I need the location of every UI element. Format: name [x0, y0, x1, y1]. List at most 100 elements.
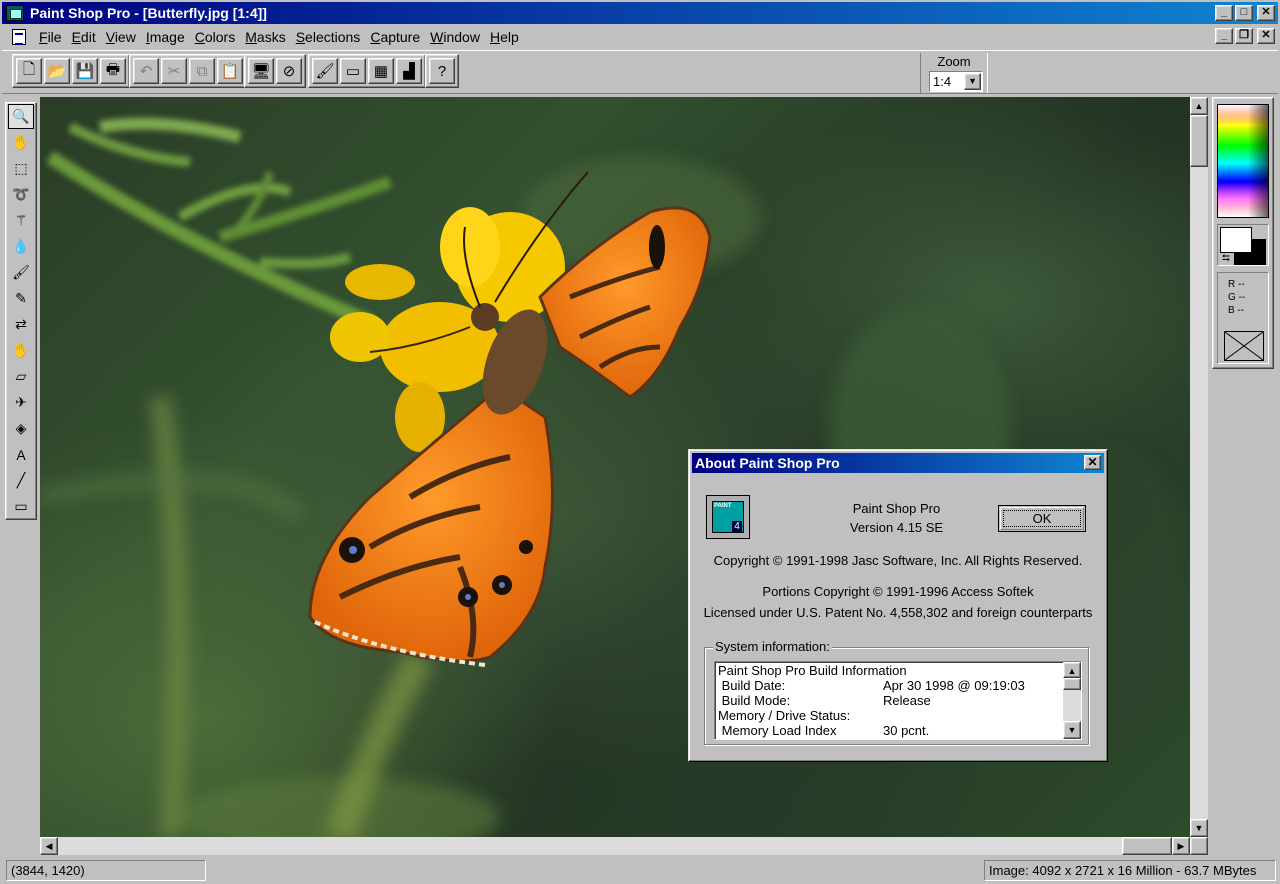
shapes-tool-icon[interactable]: ▭ [8, 494, 34, 519]
doc-minimize-button[interactable]: _ [1215, 28, 1233, 44]
sysinfo-row-label: Memory Load Index [718, 723, 837, 738]
menu-file[interactable]: File [34, 29, 67, 45]
portions-copyright-text: Portions Copyright © 1991-1996 Access So… [762, 584, 1034, 599]
menu-image[interactable]: Image [141, 29, 190, 45]
file-toolbar-group: 🗋 📂 💾 🖶 [12, 54, 130, 88]
clone-brush-tool-icon[interactable]: ✎ [8, 286, 34, 311]
dropper-tool-icon[interactable]: 💧 [8, 234, 34, 259]
cursor-position: (3844, 1420) [6, 860, 206, 881]
close-button[interactable]: ✕ [1257, 5, 1275, 21]
sysinfo-row: Build Mode: Release [718, 693, 931, 708]
menu-selections[interactable]: Selections [291, 29, 366, 45]
text-tool-icon[interactable]: A [8, 442, 34, 467]
horizontal-scroll-thumb[interactable] [1122, 837, 1172, 855]
app-icon[interactable] [6, 5, 24, 21]
normal-viewing-icon[interactable]: ⊘ [276, 58, 302, 84]
ok-label: OK [1003, 510, 1081, 527]
new-icon[interactable]: 🗋 [16, 58, 42, 84]
histogram-icon[interactable]: ▟ [396, 58, 422, 84]
selection-tool-icon[interactable]: ⬚ [8, 156, 34, 181]
scroll-right-icon[interactable]: ▶ [1172, 837, 1190, 855]
menu-view[interactable]: View [101, 29, 141, 45]
menu-items: File Edit View Image Colors Masks Selections Ca… [34, 29, 524, 45]
scroll-up-icon[interactable]: ▲ [1190, 97, 1208, 115]
paintbrush-tool-icon[interactable]: 🖌 [8, 260, 34, 285]
menu-window[interactable]: Window [425, 29, 485, 45]
color-spectrum[interactable] [1217, 104, 1269, 218]
rgb-readout: R -- G -- B -- [1217, 272, 1269, 364]
red-value: R -- [1228, 279, 1245, 290]
toggle-style-bar-icon[interactable]: ▭ [340, 58, 366, 84]
list-scroll-up-icon[interactable]: ▲ [1063, 662, 1081, 678]
freehand-tool-icon[interactable]: ➰ [8, 182, 34, 207]
color-palette: ⮀ R -- G -- B -- [1212, 97, 1274, 369]
blue-value: B -- [1228, 305, 1245, 316]
magic-wand-tool-icon[interactable]: ⚚ [8, 208, 34, 233]
swap-colors-icon[interactable]: ⮀ [1222, 253, 1230, 264]
system-information-label: System information: [713, 639, 832, 654]
full-screen-icon[interactable]: 🖥 [248, 58, 274, 84]
system-information-list[interactable]: Paint Shop Pro Build Information Build D… [714, 661, 1082, 740]
zoom-tool-icon[interactable]: 🔍 [8, 104, 34, 129]
patent-text: Licensed under U.S. Patent No. 4,558,302… [703, 605, 1093, 620]
sysinfo-row: Paint Shop Pro Build Information [718, 663, 907, 678]
eraser-tool-icon[interactable]: ▱ [8, 364, 34, 389]
save-icon[interactable]: 💾 [72, 58, 98, 84]
flood-fill-tool-icon[interactable]: ◈ [8, 416, 34, 441]
image-info: Image: 4092 x 2721 x 16 Million - 63.7 M… [984, 860, 1276, 881]
sysinfo-row-label: Memory / Drive Status: [718, 708, 851, 723]
menu-edit[interactable]: Edit [67, 29, 101, 45]
zoom-control: Zoom 1:4 ▼ [920, 53, 988, 93]
toolbar: 🗋 📂 💾 🖶 ↶ ✂ ⧉ 📋 🖥 ⊘ 🖌 ▭ ▦ ▟ ? Zoom 1:4 ▼ [2, 50, 1278, 94]
no-color-icon [1224, 331, 1264, 361]
doc-close-button[interactable]: ✕ [1257, 28, 1275, 44]
list-scroll-thumb[interactable] [1063, 678, 1081, 690]
paint-shop-pro-icon [706, 495, 750, 539]
toggle-tool-palette-icon[interactable]: 🖌 [312, 58, 338, 84]
print-icon[interactable]: 🖶 [100, 58, 126, 84]
title-bar[interactable]: Paint Shop Pro - [Butterfly.jpg [1:4]] _… [2, 2, 1278, 24]
menu-masks[interactable]: Masks [240, 29, 290, 45]
dialog-title-bar[interactable]: About Paint Shop Pro ✕ [692, 453, 1104, 473]
list-scrollbar[interactable]: ▲ ▼ [1063, 662, 1081, 739]
foreground-color-swatch[interactable] [1220, 227, 1252, 253]
sysinfo-row: Build Date: Apr 30 1998 @ 09:19:03 [718, 678, 1025, 693]
doc-restore-button[interactable]: ❐ [1235, 28, 1253, 44]
color-replacer-tool-icon[interactable]: ⇄ [8, 312, 34, 337]
zoom-value: 1:4 [933, 74, 952, 89]
vertical-scroll-thumb[interactable] [1190, 115, 1208, 167]
copy-icon[interactable]: ⧉ [189, 58, 215, 84]
minimize-button[interactable]: _ [1215, 5, 1233, 21]
toggle-color-palette-icon[interactable]: ▦ [368, 58, 394, 84]
horizontal-scrollbar[interactable]: ◀ ▶ [40, 837, 1190, 855]
version-text: Version 4.15 SE [849, 520, 944, 535]
vertical-scrollbar[interactable]: ▲ ▼ [1190, 97, 1208, 837]
paste-icon[interactable]: 📋 [217, 58, 243, 84]
open-icon[interactable]: 📂 [44, 58, 70, 84]
list-scroll-down-icon[interactable]: ▼ [1063, 721, 1081, 739]
menu-capture[interactable]: Capture [365, 29, 425, 45]
scroll-left-icon[interactable]: ◀ [40, 837, 58, 855]
cut-icon[interactable]: ✂ [161, 58, 187, 84]
retouch-tool-icon[interactable]: ✋ [8, 338, 34, 363]
green-value: G -- [1228, 292, 1246, 303]
scroll-down-icon[interactable]: ▼ [1190, 819, 1208, 837]
maximize-button[interactable]: □ [1235, 5, 1253, 21]
help-toolbar-group: ? [425, 54, 459, 88]
sysinfo-row-value: 30 pcnt. [883, 723, 930, 738]
context-help-icon[interactable]: ? [429, 58, 455, 84]
menu-help[interactable]: Help [485, 29, 524, 45]
dialog-close-button[interactable]: ✕ [1084, 455, 1101, 470]
tool-palette: 🔍 ✋ ⬚ ➰ ⚚ 💧 🖌 ✎ ⇄ ✋ ▱ ✈ ◈ A ╱ ▭ [5, 102, 37, 520]
menu-colors[interactable]: Colors [190, 29, 240, 45]
chevron-down-icon[interactable]: ▼ [964, 73, 981, 90]
zoom-select[interactable]: 1:4 ▼ [929, 71, 983, 92]
mover-tool-icon[interactable]: ✋ [8, 130, 34, 155]
dialog-title: About Paint Shop Pro [695, 455, 840, 471]
airbrush-tool-icon[interactable]: ✈ [8, 390, 34, 415]
ok-button[interactable]: OK [998, 505, 1086, 532]
undo-icon[interactable]: ↶ [133, 58, 159, 84]
view-toolbar-group: 🖥 ⊘ [244, 54, 306, 88]
document-icon[interactable] [12, 29, 26, 45]
line-tool-icon[interactable]: ╱ [8, 468, 34, 493]
